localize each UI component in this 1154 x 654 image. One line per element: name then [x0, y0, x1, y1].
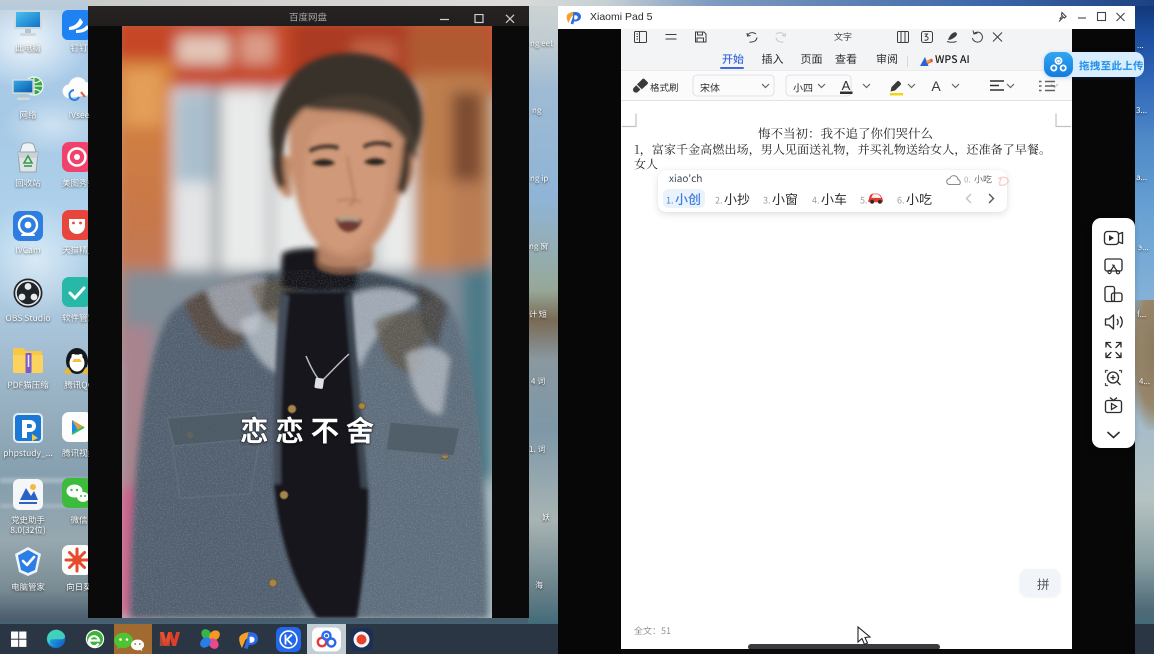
svg-text:A: A [842, 78, 851, 93]
svg-text:A: A [931, 78, 941, 94]
